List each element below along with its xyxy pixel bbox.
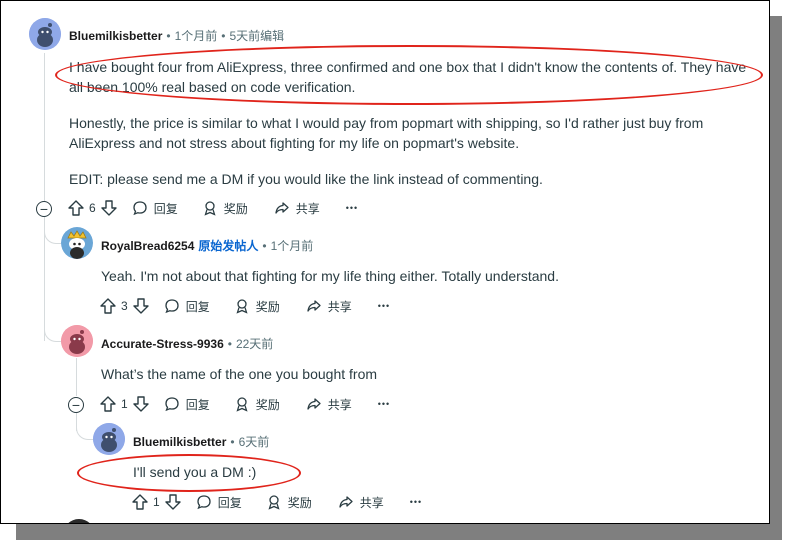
comment-meta: Accurate-Stress-9936 • 22天前 — [101, 335, 274, 352]
more-icon: ••• — [377, 399, 391, 409]
downvote-button[interactable] — [100, 199, 118, 217]
upvote-icon — [132, 494, 148, 510]
reply-button[interactable]: 回复 — [196, 494, 242, 511]
share-icon — [307, 398, 321, 410]
timestamp[interactable]: 1个月前 — [271, 237, 314, 254]
downvote-button[interactable] — [132, 395, 150, 413]
upvote-button[interactable] — [67, 199, 85, 217]
upvote-icon — [100, 298, 116, 314]
timestamp[interactable]: 22天前 — [236, 335, 273, 352]
comment-meta: RoyalBread6254 原始发帖人 • 1个月前 — [101, 237, 314, 254]
comment-line: I have bought four from AliExpress, thre… — [69, 59, 747, 75]
vote-count: 6 — [89, 201, 96, 215]
comment-actions: 6 回复 奖励 共享 ••• — [67, 198, 358, 218]
thread-line-main — [44, 53, 45, 201]
share-button[interactable]: 共享 — [306, 298, 352, 315]
comment-meta: Bluemilkisbetter • 6天前 — [133, 433, 270, 450]
share-icon — [307, 300, 321, 312]
downvote-button[interactable] — [132, 297, 150, 315]
collapse-thread-button[interactable]: − — [36, 201, 52, 217]
vote-count: 1 — [153, 495, 160, 509]
award-button[interactable]: 奖励 — [266, 494, 312, 511]
op-badge: 原始发帖人 — [198, 239, 259, 253]
avatar[interactable] — [61, 325, 93, 357]
share-button[interactable]: 共享 — [306, 396, 352, 413]
more-icon: ••• — [345, 203, 359, 213]
comment-actions: 1 回复 奖励 共享 ••• — [99, 394, 390, 414]
award-button[interactable]: 奖励 — [234, 396, 280, 413]
edited-label: 5天前编辑 — [229, 29, 285, 43]
thread-connector — [44, 221, 61, 244]
downvote-icon — [132, 396, 149, 412]
downvote-icon — [100, 200, 117, 216]
reply-button[interactable]: 回复 — [132, 200, 178, 217]
more-icon: ••• — [377, 301, 391, 311]
avatar[interactable] — [61, 227, 93, 259]
upvote-button[interactable] — [99, 297, 117, 315]
award-icon — [268, 495, 280, 510]
comment-line: AliExpress and not stress about fighting… — [69, 135, 520, 151]
award-icon — [236, 299, 248, 314]
more-options-button[interactable]: ••• — [346, 203, 358, 213]
window-shadow-right — [770, 16, 782, 540]
award-button[interactable]: 奖励 — [202, 200, 248, 217]
upvote-icon — [100, 396, 116, 412]
upvote-button[interactable] — [131, 493, 149, 511]
snoo-avatar-icon — [93, 423, 125, 455]
award-icon — [236, 397, 248, 412]
reply-button[interactable]: 回复 — [164, 396, 210, 413]
more-icon: ••• — [409, 497, 423, 507]
share-icon — [275, 202, 289, 214]
vote-count: 3 — [121, 299, 128, 313]
comment-body: Yeah. I'm not about that fighting for my… — [101, 268, 559, 284]
comment-bubble-icon — [165, 397, 179, 412]
award-button[interactable]: 奖励 — [234, 298, 280, 315]
comment-bubble-icon — [133, 201, 147, 216]
more-options-button[interactable]: ••• — [378, 399, 390, 409]
avatar[interactable] — [93, 423, 125, 455]
comment-thread-window: Bluemilkisbetter • 1个月前 • 5天前编辑 I have b… — [0, 0, 770, 524]
comment-meta: Bluemilkisbetter • 1个月前 • 5天前编辑 — [69, 27, 285, 44]
share-button[interactable]: 共享 — [274, 200, 320, 217]
share-button[interactable]: 共享 — [338, 494, 384, 511]
more-options-button[interactable]: ••• — [410, 497, 422, 507]
thread-connector — [44, 319, 61, 342]
share-icon — [339, 496, 353, 508]
downvote-icon — [132, 298, 149, 314]
timestamp[interactable]: 1个月前 — [175, 27, 218, 44]
username[interactable]: Bluemilkisbetter — [69, 29, 162, 43]
snoo-avatar-icon — [29, 18, 61, 50]
comment-actions: 3 回复 奖励 共享 ••• — [99, 296, 390, 316]
comment-actions: 1 回复 奖励 共享 ••• — [131, 492, 422, 512]
downvote-icon — [164, 494, 181, 510]
window-shadow-bottom — [16, 524, 782, 540]
username[interactable]: Bluemilkisbetter — [133, 435, 226, 449]
comment-body: I have bought four from AliExpress, thre… — [69, 57, 759, 189]
comment-line: all been 100% real based on code verific… — [69, 79, 356, 95]
thread-connector — [76, 415, 93, 440]
comment-body: What’s the name of the one you bought fr… — [101, 366, 378, 382]
more-options-button[interactable]: ••• — [378, 301, 390, 311]
upvote-icon — [68, 200, 84, 216]
downvote-button[interactable] — [164, 493, 182, 511]
snoo-avatar-icon — [61, 325, 93, 357]
avatar[interactable] — [63, 519, 95, 523]
upvote-button[interactable] — [99, 395, 117, 413]
timestamp[interactable]: 6天前 — [239, 433, 270, 450]
username[interactable]: Accurate-Stress-9936 — [101, 337, 224, 351]
reply-button[interactable]: 回复 — [164, 298, 210, 315]
username[interactable]: RoyalBread6254 — [101, 239, 194, 253]
vote-count: 1 — [121, 397, 128, 411]
comment-bubble-icon — [197, 495, 211, 510]
collapse-thread-button[interactable]: − — [68, 397, 84, 413]
thread-line-child — [76, 358, 77, 396]
award-icon — [204, 201, 216, 216]
comment-bubble-icon — [165, 299, 179, 314]
comment-body: I'll send you a DM :) — [133, 464, 257, 480]
comment-line: Honestly, the price is similar to what I… — [69, 115, 704, 131]
avatar[interactable] — [29, 18, 61, 50]
comment-line: EDIT: please send me a DM if you would l… — [69, 171, 543, 187]
snoo-avatar-icon — [61, 227, 93, 259]
